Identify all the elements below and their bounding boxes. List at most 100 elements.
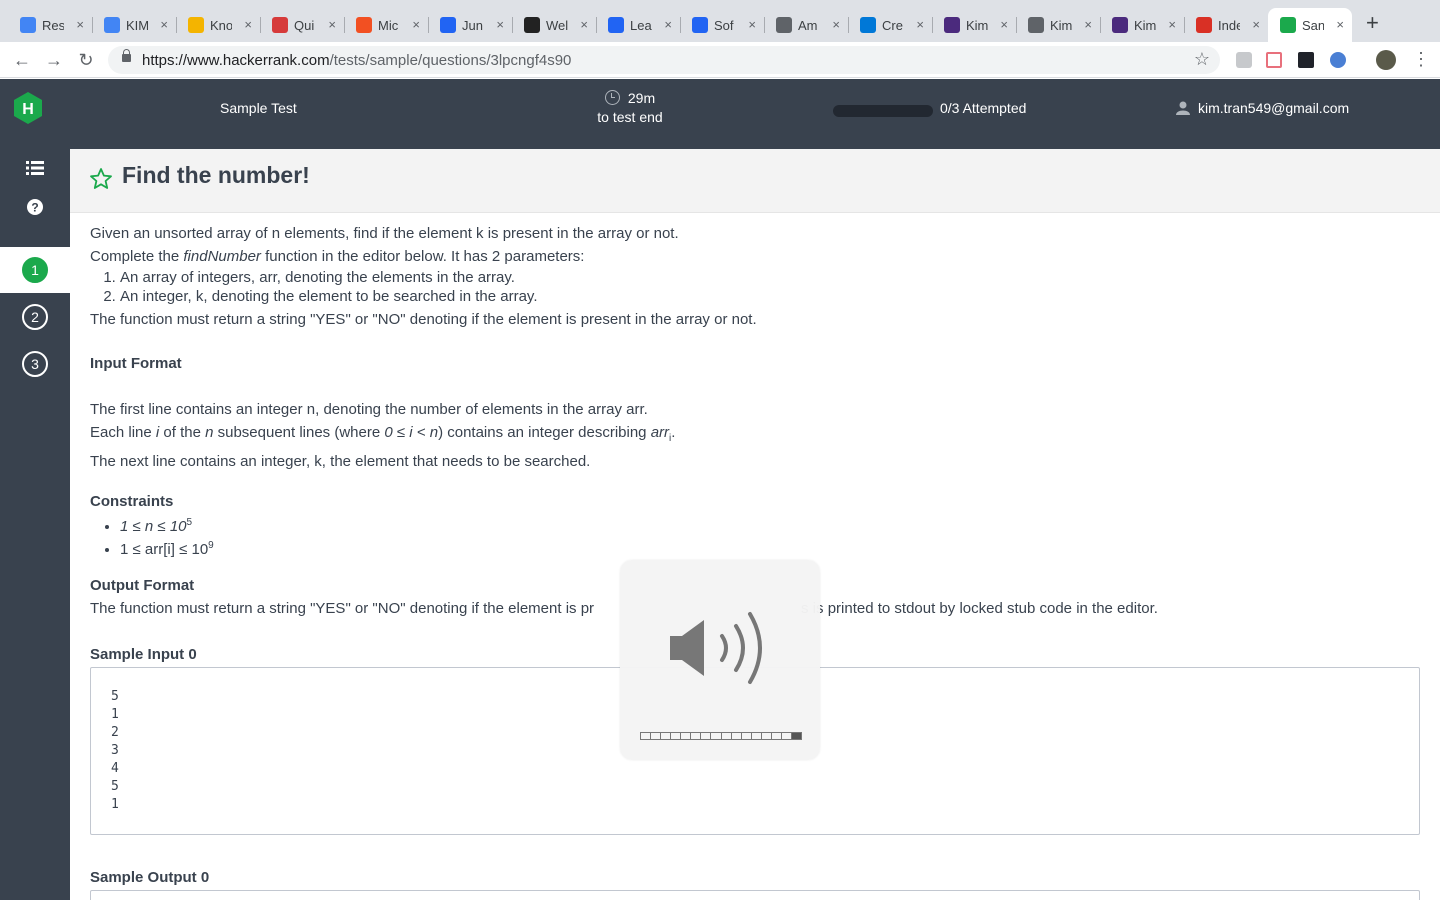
browser-tab[interactable]: Qui ×	[260, 8, 344, 42]
volume-segment	[650, 732, 661, 740]
svg-text:?: ?	[31, 201, 38, 215]
question-nav-3[interactable]: 3	[22, 351, 48, 377]
close-tab-icon[interactable]: ×	[1000, 17, 1008, 32]
close-tab-icon[interactable]: ×	[412, 17, 420, 32]
tab-title: Am	[798, 17, 818, 33]
back-arrow-icon[interactable]: ←	[12, 50, 32, 70]
sample-input-heading: Sample Input 0	[90, 646, 197, 663]
url-text: https://www.hackerrank.com/tests/sample/…	[142, 52, 572, 69]
volume-segment	[680, 732, 691, 740]
bookmark-star-icon[interactable]	[89, 167, 113, 191]
hackerrank-icon	[1280, 17, 1296, 33]
document-icon	[1028, 17, 1044, 33]
extension-icon[interactable]	[1330, 52, 1346, 68]
close-tab-icon[interactable]: ×	[580, 17, 588, 32]
close-tab-icon[interactable]: ×	[76, 17, 84, 32]
volume-segment	[690, 732, 701, 740]
address-bar[interactable]: https://www.hackerrank.com/tests/sample/…	[108, 46, 1220, 74]
forward-arrow-icon[interactable]: →	[44, 50, 64, 70]
bookmark-star-icon[interactable]: ☆	[1194, 49, 1210, 70]
svg-text:H: H	[22, 101, 34, 118]
close-tab-icon[interactable]: ×	[916, 17, 924, 32]
speaker-volume-icon	[670, 612, 762, 684]
close-tab-icon[interactable]: ×	[160, 17, 168, 32]
close-tab-icon[interactable]: ×	[244, 17, 252, 32]
sample-output-heading: Sample Output 0	[90, 869, 210, 886]
browser-tab[interactable]: Kim ×	[932, 8, 1016, 42]
volume-segment	[700, 732, 711, 740]
browser-tab[interactable]: Kim ×	[1016, 8, 1100, 42]
browser-tab-strip: Res × KIM × Kno × Qui × Mic × Jun × Wel × Lea × Sof × Am × C…	[0, 0, 1440, 42]
volume-segment	[730, 732, 741, 740]
volume-segment	[760, 732, 771, 740]
tab-title: Kim	[966, 17, 988, 33]
browser-tab[interactable]: Am ×	[764, 8, 848, 42]
attempted-count: 0/3 Attempted	[940, 100, 1027, 116]
browser-tab[interactable]: KIM ×	[92, 8, 176, 42]
react-devtools-icon[interactable]	[1298, 52, 1314, 68]
browser-tab[interactable]: Mic ×	[344, 8, 428, 42]
problem-intro: Given an unsorted array of n elements, f…	[90, 225, 679, 242]
close-tab-icon[interactable]: ×	[1252, 17, 1260, 32]
close-tab-icon[interactable]: ×	[496, 17, 504, 32]
output-format-heading: Output Format	[90, 577, 195, 594]
browser-tab[interactable]: Kim ×	[1100, 8, 1184, 42]
browser-tab[interactable]: Cre ×	[848, 8, 932, 42]
constraints-list: 1 ≤ n ≤ 105 1 ≤ arr[i] ≤ 109	[90, 513, 214, 559]
tab-title: Sof	[714, 17, 734, 33]
browser-tab[interactable]: San ×	[1268, 8, 1352, 42]
question-list-icon[interactable]	[25, 158, 45, 178]
test-timer: 29m to test end	[597, 90, 663, 125]
browser-tab[interactable]: Jun ×	[428, 8, 512, 42]
close-tab-icon[interactable]: ×	[832, 17, 840, 32]
tab-title: KIM	[126, 17, 148, 33]
problem-statement: Given an unsorted array of n elements, f…	[90, 222, 1420, 900]
user-menu[interactable]: kim.tran549@gmail.com	[1176, 100, 1349, 116]
volume-segment	[790, 732, 802, 740]
browser-tab[interactable]: Kno ×	[176, 8, 260, 42]
reload-icon[interactable]: ↻	[76, 50, 96, 70]
close-tab-icon[interactable]: ×	[1084, 17, 1092, 32]
input-format-body: The first line contains an integer n, de…	[90, 401, 676, 470]
browser-tab[interactable]: Sof ×	[680, 8, 764, 42]
tab-title: Qui	[294, 17, 315, 33]
tab-title: Kno	[210, 17, 232, 33]
code-line: 5	[111, 779, 119, 794]
browser-tab[interactable]: Wel ×	[512, 8, 596, 42]
cake-icon	[188, 17, 204, 33]
sample-output-box	[90, 890, 1420, 900]
tab-title: Res	[42, 17, 64, 33]
problem-returns: The function must return a string "YES" …	[90, 311, 757, 328]
tab-title: Kim	[1134, 17, 1156, 33]
help-icon[interactable]: ?	[25, 197, 45, 217]
close-tab-icon[interactable]: ×	[748, 17, 756, 32]
browser-tab[interactable]: Inde ×	[1184, 8, 1268, 42]
new-tab-button[interactable]: +	[1366, 10, 1379, 36]
question-number: 1	[22, 257, 48, 283]
close-tab-icon[interactable]: ×	[328, 17, 336, 32]
amazon-icon	[524, 17, 540, 33]
browser-toolbar: ← → ↻ https://www.hackerrank.com/tests/s…	[0, 42, 1440, 78]
tab-title: Jun	[462, 17, 483, 33]
extension-icon[interactable]	[1266, 52, 1282, 68]
indeed-icon	[608, 17, 624, 33]
list-item: 1 ≤ arr[i] ≤ 109	[120, 536, 214, 559]
close-tab-icon[interactable]: ×	[1336, 17, 1344, 32]
close-tab-icon[interactable]: ×	[664, 17, 672, 32]
test-header: H Sample Test 29m to test end 0/3 Attemp…	[0, 79, 1440, 149]
test-title: Sample Test	[220, 100, 297, 116]
volume-segment	[740, 732, 751, 740]
extension-icon[interactable]	[1236, 52, 1252, 68]
circle-app-icon	[1112, 17, 1128, 33]
question-nav-2[interactable]: 2	[22, 304, 48, 330]
profile-avatar[interactable]	[1376, 50, 1396, 70]
question-nav-1[interactable]: 1	[0, 247, 70, 293]
browser-menu-icon[interactable]: ⋮	[1412, 50, 1430, 68]
browser-tab[interactable]: Lea ×	[596, 8, 680, 42]
close-tab-icon[interactable]: ×	[1168, 17, 1176, 32]
gmail-icon	[1196, 17, 1212, 33]
browser-tab[interactable]: Res ×	[8, 8, 92, 42]
volume-segment	[670, 732, 681, 740]
volume-segment	[640, 732, 651, 740]
document-icon	[776, 17, 792, 33]
